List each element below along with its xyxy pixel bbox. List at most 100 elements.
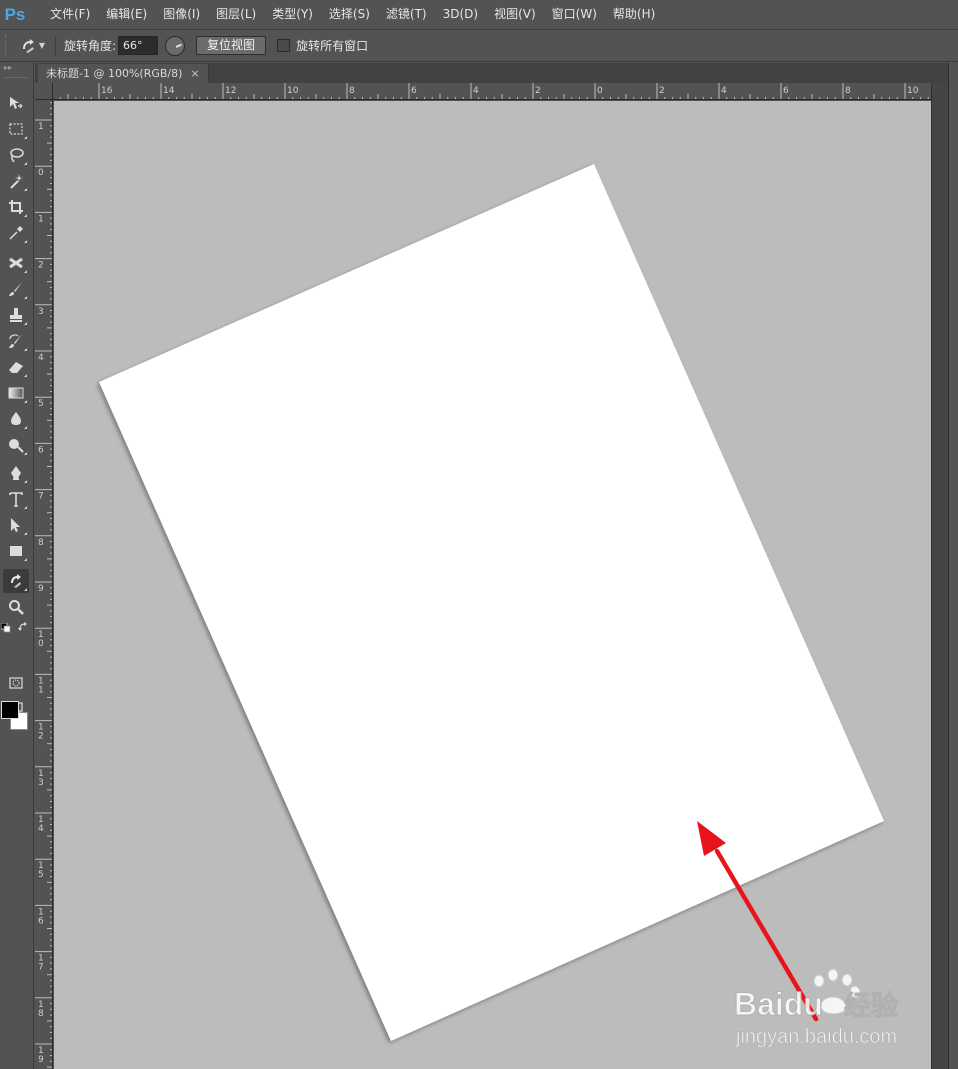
vertical-ruler[interactable]: 1012345678910111213141516171819 — [35, 100, 53, 1069]
right-panel-dock[interactable] — [948, 63, 958, 1069]
zoom-tool[interactable] — [3, 595, 29, 619]
options-grip[interactable] — [5, 34, 11, 57]
rotate-all-windows-checkbox[interactable] — [277, 39, 291, 52]
move-icon — [10, 97, 23, 109]
horizontal-ruler[interactable]: 16 14 12 10 8 6 4 2 0 2 4 6 8 10 — [53, 83, 931, 100]
submenu-indicator — [24, 588, 27, 591]
ruler-origin[interactable] — [35, 83, 53, 100]
menu-image[interactable]: 图像(I) — [155, 0, 208, 29]
type-tool[interactable] — [3, 487, 29, 511]
ruler-label: 10 — [907, 86, 919, 96]
submenu-indicator — [24, 506, 27, 509]
rectangle-tool[interactable] — [3, 539, 29, 563]
submenu-indicator — [24, 162, 27, 165]
menu-select[interactable]: 选择(S) — [321, 0, 378, 29]
ruler-label: 0 — [38, 168, 44, 178]
menu-filter[interactable]: 滤镜(T) — [378, 0, 435, 29]
default-colors-icon[interactable] — [1, 623, 11, 633]
ruler-label: 9 — [38, 584, 44, 594]
submenu-indicator — [24, 322, 27, 325]
path-selection-tool[interactable] — [3, 513, 29, 537]
ruler-label: 4 — [721, 86, 727, 96]
ruler-label: 7 — [38, 492, 44, 502]
watermark-brand: Baidu — [734, 986, 823, 1022]
vertical-scrollbar[interactable] — [931, 83, 948, 1069]
magic-wand-tool[interactable] — [3, 169, 29, 193]
ruler-label: 0 — [38, 639, 44, 649]
menu-view[interactable]: 视图(V) — [486, 0, 544, 29]
history-brush-tool[interactable] — [3, 329, 29, 353]
tool-preset-picker[interactable]: ▼ — [19, 34, 45, 58]
menu-3d[interactable]: 3D(D) — [435, 0, 486, 29]
blur-icon — [11, 412, 21, 425]
eyedropper-tool[interactable] — [3, 221, 29, 245]
dodge-tool[interactable] — [3, 433, 29, 457]
menu-window[interactable]: 窗口(W) — [544, 0, 605, 29]
canvas-area[interactable]: Baidu 经验 jingyan.baidu.com — [54, 101, 931, 1069]
healing-brush-tool[interactable] — [3, 251, 29, 275]
menu-type[interactable]: 类型(Y) — [264, 0, 321, 29]
submenu-indicator — [24, 136, 27, 139]
menu-bar: Ps 文件(F) 编辑(E) 图像(I) 图层(L) 类型(Y) 选择(S) 滤… — [0, 0, 958, 29]
submenu-indicator — [24, 348, 27, 351]
ruler-label: 3 — [38, 307, 44, 317]
submenu-indicator — [24, 296, 27, 299]
toolbar-grip[interactable]: ▸▸ ⋯⋯⋯ — [0, 63, 33, 82]
foreground-color-swatch[interactable] — [1, 701, 19, 719]
document-tab-title: 未标题-1 @ 100%(RGB/8) — [46, 67, 183, 80]
ruler-label: 1 — [38, 214, 44, 224]
submenu-indicator — [24, 188, 27, 191]
app-logo: Ps — [4, 4, 26, 24]
move-tool[interactable] — [3, 91, 29, 115]
magic-wand-icon — [10, 174, 23, 189]
clone-stamp-tool[interactable] — [3, 303, 29, 327]
menu-help[interactable]: 帮助(H) — [605, 0, 663, 29]
rotation-dial[interactable] — [165, 35, 186, 56]
ruler-label: 8 — [349, 86, 355, 96]
quick-mask-button[interactable] — [3, 671, 29, 695]
swap-colors-icon[interactable] — [18, 622, 28, 632]
ruler-label: 2 — [659, 86, 665, 96]
rectangle-icon — [10, 546, 22, 556]
brush-tool[interactable] — [3, 277, 29, 301]
type-icon — [9, 492, 23, 507]
ruler-label: 5 — [38, 399, 44, 409]
stamp-icon — [10, 308, 22, 322]
path-select-icon — [11, 518, 20, 532]
healing-icon — [9, 257, 23, 269]
ruler-label: 5 — [38, 870, 44, 880]
rotation-angle-input[interactable]: 66° — [118, 36, 159, 55]
menu-layer[interactable]: 图层(L) — [208, 0, 264, 29]
submenu-indicator — [24, 240, 27, 243]
marquee-tool[interactable] — [3, 117, 29, 141]
ruler-label: 8 — [845, 86, 851, 96]
lasso-tool[interactable] — [3, 143, 29, 167]
ruler-label: 4 — [38, 824, 44, 834]
ruler-label: 14 — [163, 86, 175, 96]
close-icon[interactable]: × — [190, 67, 199, 80]
menu-file[interactable]: 文件(F) — [42, 0, 98, 29]
horizontal-ruler-ticks: 16 14 12 10 8 6 4 2 0 2 4 6 8 10 — [59, 83, 929, 99]
document-tab[interactable]: 未标题-1 @ 100%(RGB/8) × — [38, 64, 209, 83]
ruler-label: 16 — [101, 86, 113, 96]
pen-tool[interactable] — [3, 461, 29, 485]
ruler-label: 2 — [38, 261, 44, 271]
rotation-angle-label: 旋转角度: — [64, 39, 117, 53]
crop-tool[interactable] — [3, 195, 29, 219]
submenu-indicator — [24, 480, 27, 483]
baidu-watermark: Baidu 经验 jingyan.baidu.com — [734, 968, 899, 1048]
ruler-label: 6 — [38, 445, 44, 455]
ruler-label: 6 — [783, 86, 789, 96]
menu-edit[interactable]: 编辑(E) — [98, 0, 155, 29]
ruler-label: 6 — [38, 916, 44, 926]
ruler-label: 12 — [225, 86, 236, 96]
ruler-label: 2 — [535, 86, 541, 96]
rotated-document — [99, 164, 884, 1041]
canvas-svg: Baidu 经验 jingyan.baidu.com — [99, 164, 899, 1048]
gradient-tool[interactable] — [3, 381, 29, 405]
reset-view-button[interactable]: 复位视图 — [196, 36, 267, 55]
rotate-view-tool[interactable] — [3, 569, 29, 593]
eraser-tool[interactable] — [3, 355, 29, 379]
rotate-view-icon — [22, 38, 34, 53]
blur-tool[interactable] — [3, 407, 29, 431]
